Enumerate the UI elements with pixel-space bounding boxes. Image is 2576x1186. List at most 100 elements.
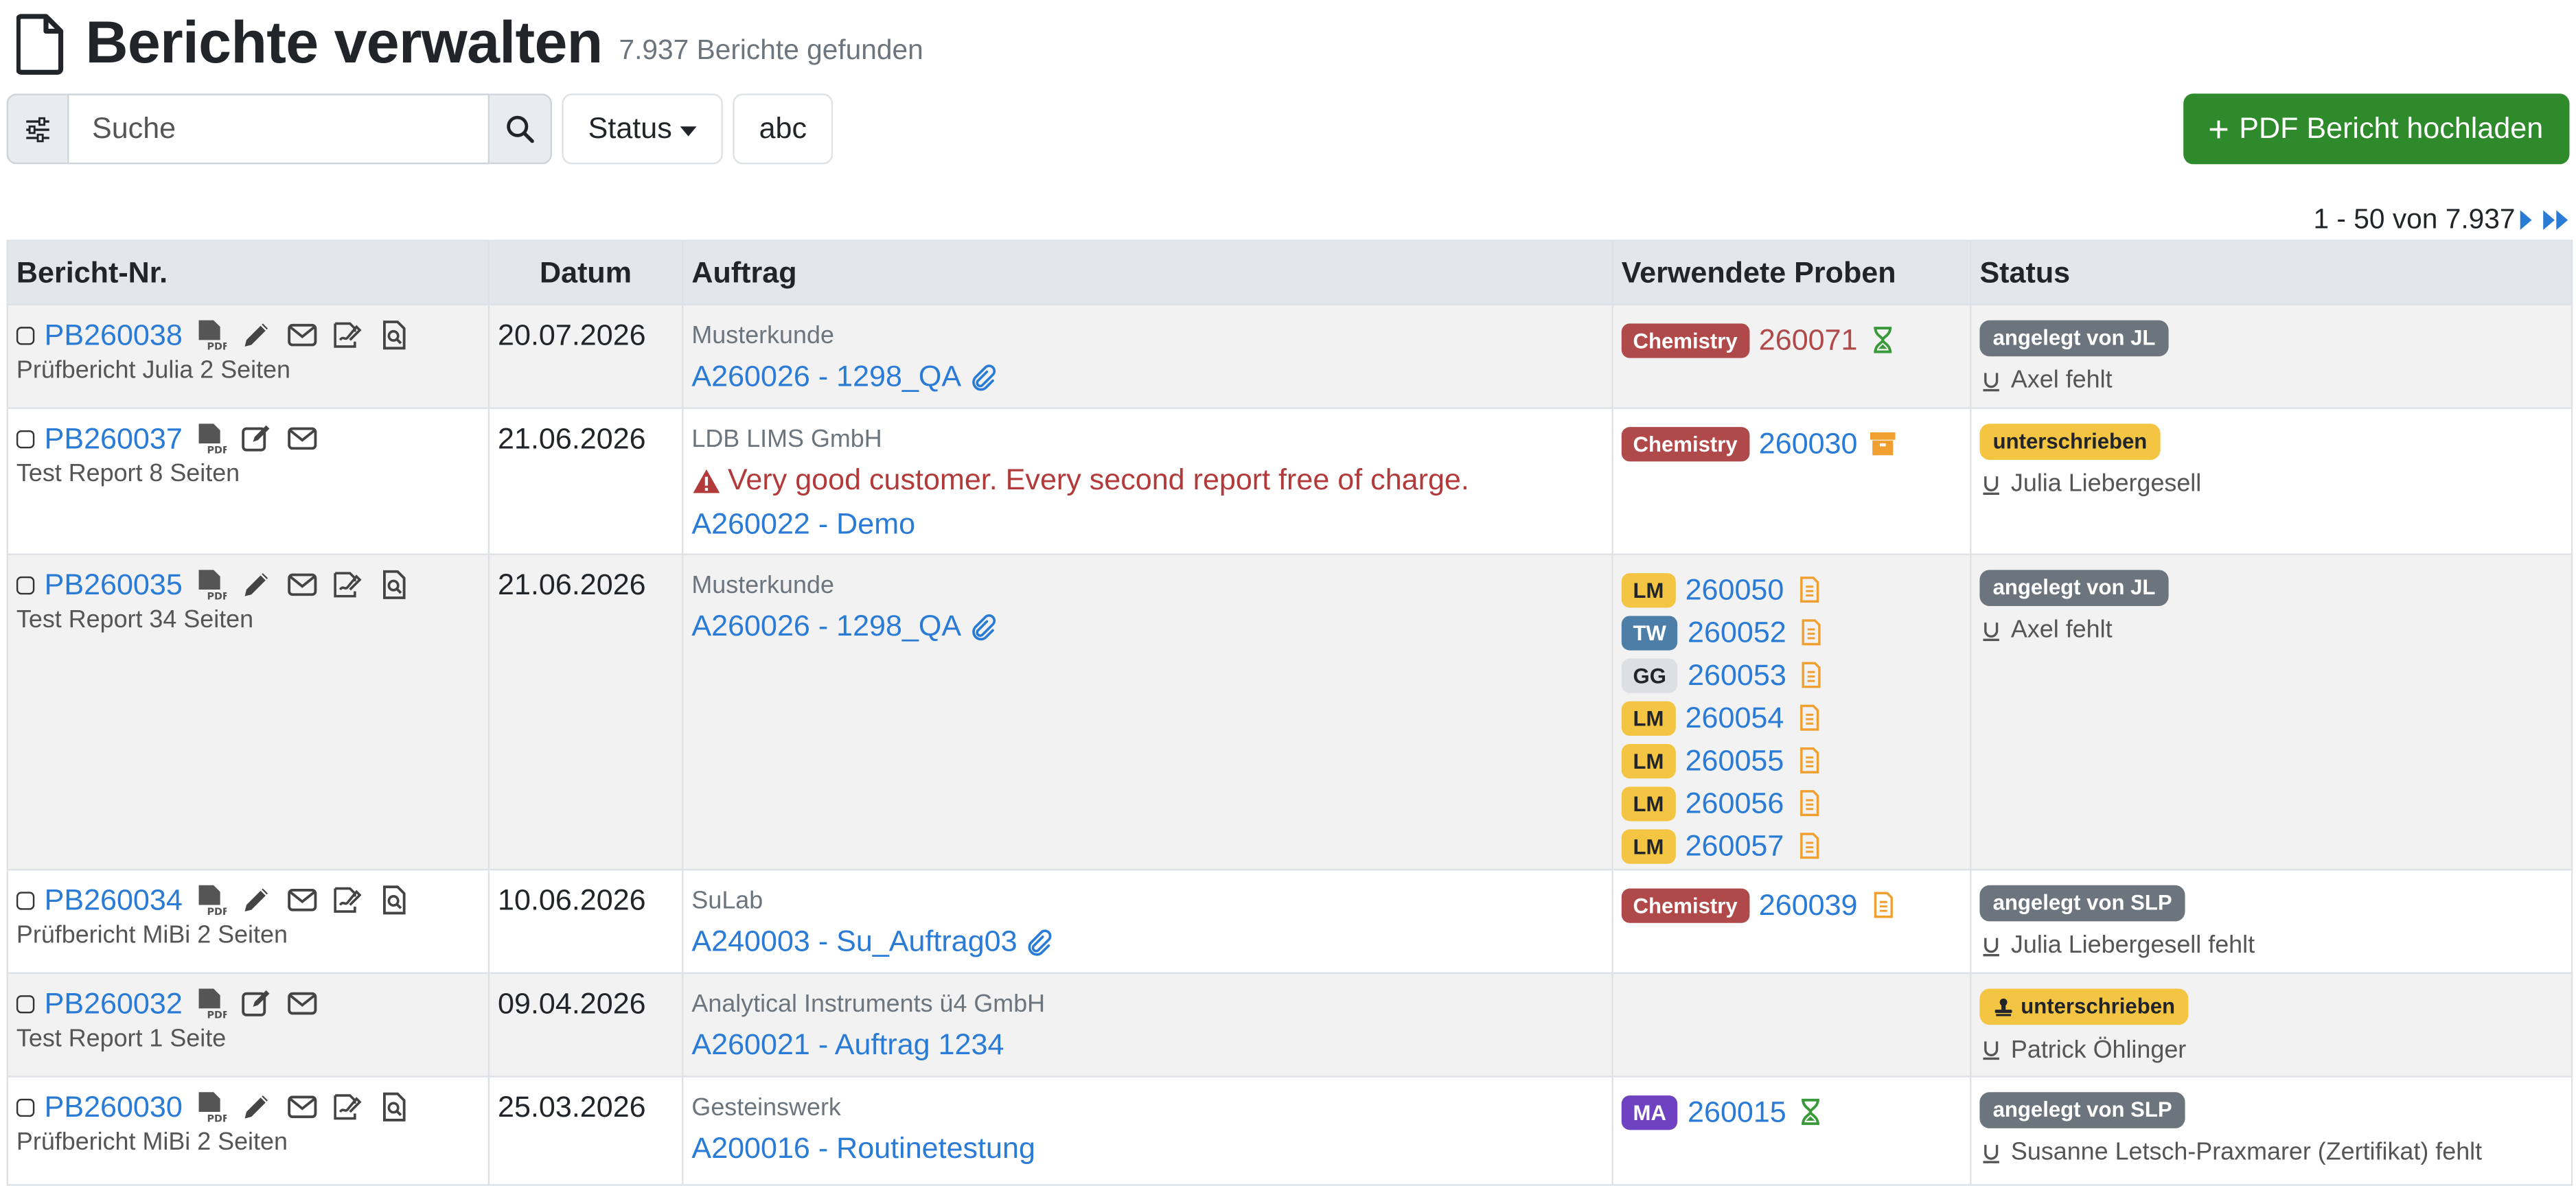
sample-item: LM 260056: [1621, 782, 1962, 824]
last-page-icon[interactable]: [2542, 210, 2568, 231]
document-sheet-icon: [1794, 789, 1824, 818]
envelope-icon[interactable]: [284, 318, 321, 351]
warning-icon: [691, 465, 721, 495]
column-header[interactable]: Verwendete Proben: [1611, 240, 1972, 306]
sample-item: GG 260053: [1621, 653, 1962, 696]
abc-button[interactable]: abc: [733, 93, 833, 165]
row-checkbox[interactable]: [16, 1097, 35, 1116]
row-checkbox[interactable]: [16, 575, 35, 594]
row-checkbox[interactable]: [16, 891, 35, 909]
sample-number-link[interactable]: 260053: [1688, 658, 1786, 692]
pdf-file-icon[interactable]: [192, 422, 229, 455]
next-page-icon[interactable]: [2520, 210, 2532, 231]
pagination: 1 - 50 von 7.937: [2314, 204, 2568, 237]
order-link[interactable]: A260026 - 1298_QA: [691, 609, 961, 644]
signer-name: Axel fehlt: [2010, 366, 2113, 395]
sample-item: TW 260052: [1621, 611, 1962, 653]
search-button[interactable]: [490, 93, 553, 165]
edit-icon[interactable]: [238, 422, 275, 455]
pdf-file-icon[interactable]: [192, 987, 229, 1020]
pencil-icon[interactable]: [238, 568, 275, 601]
edit-icon[interactable]: [238, 987, 275, 1020]
pdf-file-icon[interactable]: [192, 318, 229, 351]
envelope-icon[interactable]: [284, 987, 321, 1020]
report-date: 21.06.2026: [487, 407, 684, 555]
status-dropdown[interactable]: Status: [562, 93, 723, 165]
pdf-file-icon[interactable]: [192, 883, 229, 916]
customer-alert: Very good customer. Every second report …: [728, 463, 1469, 496]
envelope-icon[interactable]: [284, 568, 321, 601]
row-checkbox[interactable]: [16, 994, 35, 1013]
sample-number-link[interactable]: 260054: [1686, 701, 1784, 735]
envelope-icon[interactable]: [284, 1091, 321, 1124]
signer-icon: [1979, 1038, 2003, 1061]
search-input[interactable]: [67, 93, 490, 165]
order-link[interactable]: A240003 - Su_Auftrag03: [691, 925, 1017, 959]
column-header[interactable]: Status: [1970, 240, 2573, 306]
paperclip-icon[interactable]: [968, 612, 998, 641]
sample-item: LM 260055: [1621, 739, 1962, 782]
status-badge: unterschrieben: [1979, 988, 2189, 1025]
preview-document-icon[interactable]: [376, 568, 413, 601]
sign-document-icon[interactable]: [330, 1091, 367, 1124]
signer-icon: [1979, 1141, 2003, 1164]
hourglass-icon: [1867, 325, 1897, 355]
sample-number-link[interactable]: 260015: [1688, 1095, 1786, 1129]
pencil-icon[interactable]: [238, 1091, 275, 1124]
sample-type-badge: LM: [1621, 743, 1676, 778]
status-badge: angelegt von SLP: [1979, 885, 2185, 922]
pencil-icon[interactable]: [238, 883, 275, 916]
report-number-link[interactable]: PB260034: [45, 883, 183, 917]
pdf-file-icon[interactable]: [192, 568, 229, 601]
table-row: PB260038 Prüfbericht Julia 2 Seiten 20.0…: [6, 303, 2573, 409]
report-number-link[interactable]: PB260038: [45, 318, 183, 352]
report-number-link[interactable]: PB260032: [45, 986, 183, 1021]
envelope-icon[interactable]: [284, 883, 321, 916]
report-description: Test Report 34 Seiten: [16, 605, 254, 634]
sample-number-link[interactable]: 260030: [1759, 426, 1858, 461]
envelope-icon[interactable]: [284, 422, 321, 455]
sample-number-link[interactable]: 260071: [1759, 323, 1858, 357]
sign-document-icon[interactable]: [330, 568, 367, 601]
stamp-icon: [1993, 996, 2014, 1017]
report-date: 25.03.2026: [487, 1075, 684, 1186]
signer-name: Patrick Öhlinger: [2010, 1035, 2187, 1064]
report-number-link[interactable]: PB260035: [45, 568, 183, 602]
sample-number-link[interactable]: 260052: [1688, 615, 1786, 649]
sample-type-badge: LM: [1621, 828, 1676, 863]
document-sheet-icon: [1796, 618, 1826, 647]
pdf-file-icon[interactable]: [192, 1091, 229, 1124]
row-checkbox[interactable]: [16, 325, 35, 345]
report-description: Test Report 1 Seite: [16, 1025, 227, 1053]
upload-pdf-button[interactable]: + PDF Bericht hochladen: [2183, 93, 2570, 165]
row-checkbox[interactable]: [16, 429, 35, 448]
filter-settings-button[interactable]: [6, 93, 68, 165]
report-number-link[interactable]: PB260037: [45, 421, 183, 456]
toolbar: Status abc: [6, 93, 833, 165]
order-link[interactable]: A260021 - Auftrag 1234: [691, 1028, 1004, 1062]
sample-number-link[interactable]: 260039: [1759, 887, 1858, 922]
report-number-link[interactable]: PB260030: [45, 1090, 183, 1124]
preview-document-icon[interactable]: [376, 883, 413, 916]
sign-document-icon[interactable]: [330, 318, 367, 351]
archive-icon: [1867, 429, 1897, 458]
order-link[interactable]: A260026 - 1298_QA: [691, 360, 961, 394]
column-header[interactable]: Bericht-Nr.: [6, 240, 490, 306]
sample-number-link[interactable]: 260056: [1686, 786, 1784, 820]
sample-number-link[interactable]: 260057: [1686, 828, 1784, 863]
column-header[interactable]: Auftrag: [682, 240, 1613, 306]
column-header[interactable]: Datum: [487, 240, 684, 306]
paperclip-icon[interactable]: [968, 362, 998, 392]
order-link[interactable]: A200016 - Routinetestung: [691, 1132, 1035, 1166]
sample-number-link[interactable]: 260050: [1686, 572, 1784, 607]
sign-document-icon[interactable]: [330, 883, 367, 916]
order-link[interactable]: A260022 - Demo: [691, 507, 915, 542]
status-badge: angelegt von JL: [1979, 320, 2169, 357]
paperclip-icon[interactable]: [1024, 927, 1053, 957]
sample-type-badge: LM: [1621, 572, 1676, 607]
preview-document-icon[interactable]: [376, 318, 413, 351]
preview-document-icon[interactable]: [376, 1091, 413, 1124]
pencil-icon[interactable]: [238, 318, 275, 351]
sample-number-link[interactable]: 260055: [1686, 743, 1784, 778]
caret-down-icon: [680, 126, 697, 136]
